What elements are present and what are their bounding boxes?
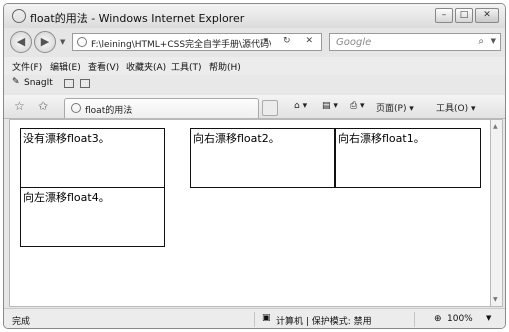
snagit-icon: ✎ <box>12 77 20 87</box>
menu-edit[interactable]: 编辑(E) <box>50 60 81 73</box>
zoom-icon[interactable]: ⊕ <box>434 314 442 324</box>
float2-box: 向右漂移float2。 <box>190 128 335 188</box>
tab-float[interactable]: float的用法 <box>64 98 259 118</box>
favorites-star-icon[interactable]: ☆ <box>14 99 25 113</box>
capture-window-icon[interactable] <box>64 79 74 88</box>
float3-text: 没有漂移float3。 <box>23 132 110 145</box>
print-button[interactable]: ⎙ ▾ <box>350 101 365 111</box>
tab-page-icon <box>71 103 81 113</box>
menu-tools[interactable]: 工具(T) <box>171 60 202 73</box>
minimize-button[interactable]: – <box>435 8 453 23</box>
add-favorites-icon[interactable]: ✩ <box>38 99 48 113</box>
vertical-scrollbar[interactable]: ▲ ▼ <box>491 119 503 307</box>
menu-bar: 文件(F) 编辑(E) 查看(V) 收藏夹(A) 工具(T) 帮助(H) <box>4 57 505 75</box>
links-bar: ✎ SnagIt <box>4 75 505 93</box>
zoom-level[interactable]: 100% <box>447 314 473 324</box>
snagit-button[interactable]: SnagIt <box>24 78 53 88</box>
menu-view[interactable]: 查看(V) <box>88 60 119 73</box>
search-box[interactable]: Google ⌕ ▼ <box>329 33 501 51</box>
status-divider <box>414 312 415 327</box>
float1-box: 向右漂移float1。 <box>335 128 481 188</box>
status-divider <box>254 312 255 327</box>
search-options-icon[interactable]: ▼ <box>491 37 496 45</box>
browser-window: float的用法 - Windows Internet Explorer – □… <box>3 3 506 329</box>
address-toolbar: ◀ ▶ ▼ F:\leining\HTML+CSS完全自学手册\源代码\第 ▾ … <box>4 28 505 56</box>
page-icon <box>77 37 87 47</box>
window-title: float的用法 - Windows Internet Explorer <box>30 12 245 25</box>
tab-label[interactable]: float的用法 <box>85 103 132 116</box>
search-icon[interactable]: ⌕ <box>478 36 484 47</box>
forward-button[interactable]: ▶ <box>34 31 56 53</box>
search-placeholder[interactable]: Google <box>336 37 371 48</box>
tab-bar: ☆ ✩ float的用法 ⌂ ▾ ▤ ▾ ⎙ ▾ 页面(P) ▾ 工具(O) ▾ <box>4 95 505 119</box>
computer-icon: ▣ <box>262 313 271 323</box>
float3-box: 没有漂移float3。 <box>20 128 165 188</box>
tools-menu-button[interactable]: 工具(O) ▾ <box>436 101 476 114</box>
address-controls[interactable]: ▾ ↻ ✕ <box>264 36 319 46</box>
status-bar: 完成 ▣ 计算机 | 保护模式: 禁用 ⊕ 100% ▼ <box>4 308 505 328</box>
float4-text: 向左漂移float4。 <box>23 191 110 204</box>
float1-text: 向右漂移float1。 <box>338 132 425 145</box>
ie-icon <box>12 9 26 23</box>
scroll-up-icon[interactable]: ▲ <box>493 123 498 130</box>
recent-pages-dropdown[interactable]: ▼ <box>60 38 65 46</box>
close-button[interactable]: ✕ <box>475 8 499 23</box>
new-tab-button[interactable] <box>262 100 278 116</box>
title-bar: float的用法 - Windows Internet Explorer – □… <box>4 4 505 28</box>
menu-favorites[interactable]: 收藏夹(A) <box>126 60 166 73</box>
status-text: 完成 <box>12 317 31 327</box>
scroll-down-icon[interactable]: ▼ <box>493 296 498 303</box>
capture-region-icon[interactable] <box>80 79 90 88</box>
menu-help[interactable]: 帮助(H) <box>209 60 241 73</box>
zoom-dropdown-icon[interactable]: ▼ <box>486 314 491 322</box>
float2-text: 向右漂移float2。 <box>193 132 280 145</box>
address-bar[interactable]: F:\leining\HTML+CSS完全自学手册\源代码\第 ▾ ↻ ✕ <box>72 33 322 51</box>
menu-file[interactable]: 文件(F) <box>12 60 42 73</box>
back-button[interactable]: ◀ <box>10 31 32 53</box>
security-zone[interactable]: 计算机 | 保护模式: 禁用 <box>276 314 372 327</box>
page-menu-button[interactable]: 页面(P) ▾ <box>376 101 414 114</box>
home-button[interactable]: ⌂ ▾ <box>294 101 307 111</box>
address-url[interactable]: F:\leining\HTML+CSS完全自学手册\源代码\第 <box>91 37 271 50</box>
maximize-button[interactable]: □ <box>455 8 473 23</box>
feeds-button[interactable]: ▤ ▾ <box>322 101 338 111</box>
float4-box: 向左漂移float4。 <box>20 187 165 247</box>
page-content: 没有漂移float3。 向右漂移float2。 向右漂移float1。 向左漂移… <box>9 119 491 307</box>
